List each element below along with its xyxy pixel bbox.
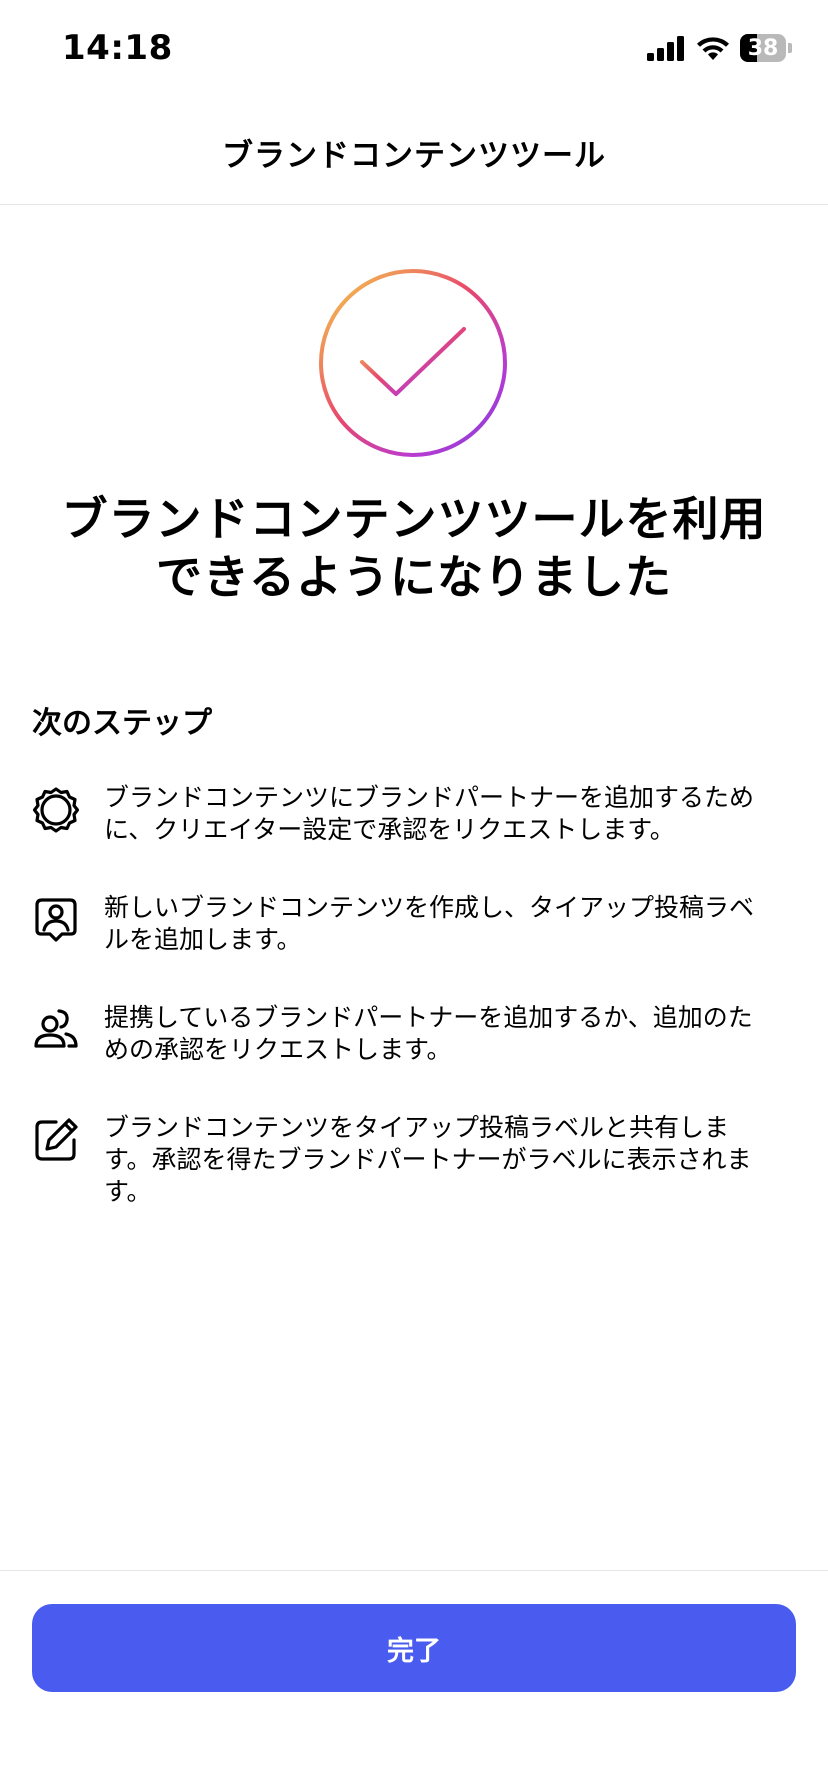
portrait-tag-icon bbox=[35, 898, 77, 942]
success-headline: ブランドコンテンツツールを利用 できるようになりました bbox=[40, 490, 788, 606]
step-text-line: ブランドコンテンツをタイアップ投稿ラベルと共有しま bbox=[104, 1113, 730, 1142]
step-text: ブランドコンテンツをタイアップ投稿ラベルと共有しま す。承認を得たブランドパート… bbox=[104, 1112, 752, 1208]
battery-body: 38 bbox=[740, 34, 786, 62]
step-text-line: 新しいブランドコンテンツを作成し、タイアップ投稿ラベ bbox=[104, 893, 755, 922]
cellular-signal-icon bbox=[647, 36, 684, 61]
step-text-line: す。承認を得たブランドパートナーがラベルに表示されま bbox=[104, 1145, 752, 1174]
edit-icon bbox=[35, 1118, 78, 1161]
status-icons: 38 bbox=[646, 34, 792, 62]
step-item: 提携しているブランドパートナーを追加するか、追加のた めの承認をリクエストします… bbox=[32, 1002, 796, 1112]
page-title: ブランドコンテンツツール bbox=[222, 137, 606, 174]
step-text: 提携しているブランドパートナーを追加するか、追加のた めの承認をリクエストします… bbox=[104, 1002, 753, 1066]
status-time: 14:18 bbox=[62, 28, 173, 68]
headline-line-1: ブランドコンテンツツールを利用 bbox=[61, 492, 767, 546]
status-bar: 14:18 38 bbox=[0, 0, 828, 100]
step-item: ブランドコンテンツをタイアップ投稿ラベルと共有しま す。承認を得たブランドパート… bbox=[32, 1112, 796, 1222]
step-item: ブランドコンテンツにブランドパートナーを追加するため に、クリエイター設定で承認… bbox=[32, 782, 796, 892]
step-text: ブランドコンテンツにブランドパートナーを追加するため に、クリエイター設定で承認… bbox=[104, 782, 754, 846]
battery-level: 38 bbox=[747, 35, 779, 61]
step-text-line: に、クリエイター設定で承認をリクエストします。 bbox=[104, 815, 675, 844]
next-steps-title: 次のステップ bbox=[32, 706, 212, 741]
step-text-line: 提携しているブランドパートナーを追加するか、追加のた bbox=[104, 1003, 753, 1032]
users-icon bbox=[34, 1009, 78, 1048]
step-text-line: す。 bbox=[104, 1177, 152, 1206]
step-text-line: ブランドコンテンツにブランドパートナーを追加するため bbox=[104, 783, 755, 812]
done-button[interactable]: 完了 bbox=[32, 1604, 796, 1692]
gradient-check-circle-icon bbox=[319, 269, 507, 457]
header: ブランドコンテンツツール bbox=[0, 100, 828, 205]
footer-divider bbox=[0, 1570, 828, 1571]
step-text-line: めの承認をリクエストします。 bbox=[104, 1035, 452, 1064]
headline-line-2: できるようになりました bbox=[155, 550, 673, 604]
battery-cap bbox=[788, 43, 792, 53]
battery-indicator: 38 bbox=[740, 34, 792, 62]
wifi-icon bbox=[697, 37, 729, 60]
next-steps-list: ブランドコンテンツにブランドパートナーを追加するため に、クリエイター設定で承認… bbox=[32, 782, 796, 1222]
step-text: 新しいブランドコンテンツを作成し、タイアップ投稿ラベ ルを追加します。 bbox=[104, 892, 754, 956]
step-text-line: ルを追加します。 bbox=[104, 925, 302, 954]
step-item: 新しいブランドコンテンツを作成し、タイアップ投稿ラベ ルを追加します。 bbox=[32, 892, 796, 1002]
gear-icon bbox=[32, 787, 80, 833]
